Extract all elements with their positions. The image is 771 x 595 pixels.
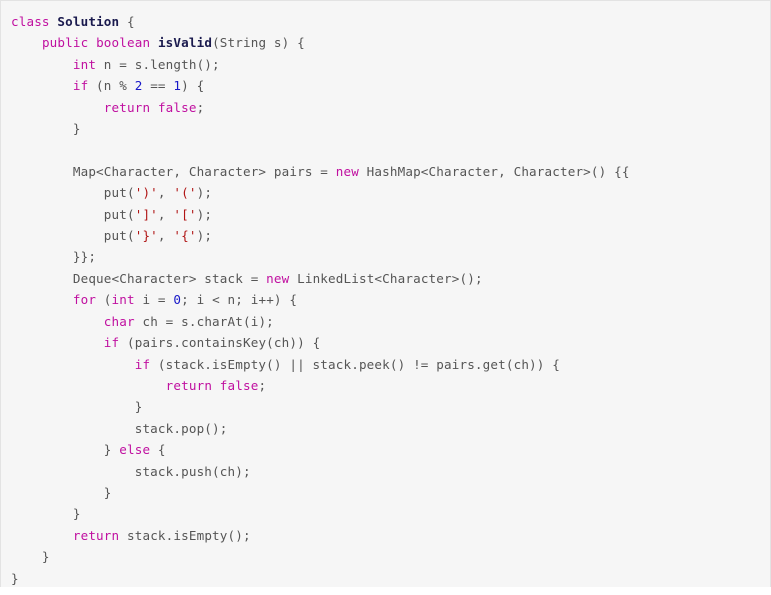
code-line: int n = s.length(); bbox=[72, 56, 220, 72]
token-keyword: char bbox=[103, 313, 135, 329]
code-editor-panel: class Solution { public boolean isValid(… bbox=[0, 0, 771, 587]
token-char-literal: '(' bbox=[173, 185, 197, 201]
token-keyword: if bbox=[72, 78, 89, 94]
code-line: put('}', '{'); bbox=[11, 228, 213, 244]
code-line: if (n % 2 == 1) { bbox=[72, 78, 205, 94]
token-method-name: isValid bbox=[157, 35, 213, 51]
token-keyword: new bbox=[335, 163, 359, 179]
token-number: 1 bbox=[173, 78, 182, 94]
code-line: }}; bbox=[11, 249, 97, 265]
code-line: if (stack.isEmpty() || stack.peek() != p… bbox=[134, 356, 560, 372]
code-line: } bbox=[11, 484, 112, 500]
code-line: Map<Character, Character> pairs = new Ha… bbox=[11, 163, 630, 179]
token-type-name: Solution bbox=[57, 14, 120, 29]
code-line: } bbox=[11, 549, 50, 565]
source-code-block: class Solution { public boolean isValid(… bbox=[11, 11, 770, 587]
code-line: public boolean isValid(String s) { bbox=[41, 35, 305, 51]
token-keyword: new bbox=[266, 270, 290, 286]
code-line: } bbox=[11, 399, 143, 415]
token-keyword: if bbox=[103, 335, 120, 351]
token-keyword: class bbox=[11, 14, 50, 29]
token-keyword: return bbox=[72, 527, 120, 543]
code-line: if (pairs.containsKey(ch)) { bbox=[103, 335, 321, 351]
token-number: 0 bbox=[173, 292, 182, 308]
code-line: char ch = s.charAt(i); bbox=[103, 313, 274, 329]
code-line: } bbox=[11, 506, 81, 522]
token-char-literal: ')' bbox=[134, 185, 158, 201]
token-char-literal: '[' bbox=[173, 206, 197, 222]
source-code: class Solution { public boolean isValid(… bbox=[11, 11, 770, 587]
code-line: return false; bbox=[103, 99, 205, 115]
token-keyword: false bbox=[157, 99, 197, 115]
token-keyword: false bbox=[219, 377, 259, 393]
token-keyword: public bbox=[41, 35, 89, 51]
code-line: return stack.isEmpty(); bbox=[72, 527, 251, 543]
token-keyword: if bbox=[134, 356, 151, 372]
code-line: Deque<Character> stack = new LinkedList<… bbox=[11, 270, 483, 286]
token-keyword: return bbox=[165, 377, 213, 393]
code-line: } else { bbox=[11, 442, 166, 458]
code-line: put(')', '('); bbox=[11, 185, 213, 201]
code-line: class Solution { bbox=[11, 14, 135, 29]
code-line: put(']', '['); bbox=[11, 206, 213, 222]
token-keyword: int bbox=[111, 292, 135, 308]
token-keyword: boolean bbox=[96, 35, 151, 51]
token-char-literal: ']' bbox=[134, 206, 158, 222]
code-line: for (int i = 0; i < n; i++) { bbox=[72, 292, 298, 308]
code-line: return false; bbox=[165, 377, 267, 393]
token-char-literal: '{' bbox=[173, 228, 197, 244]
code-line: stack.pop(); bbox=[11, 420, 228, 436]
token-keyword: return bbox=[103, 99, 151, 115]
code-line: } bbox=[11, 570, 19, 586]
token-keyword: for bbox=[72, 292, 97, 308]
code-line: } bbox=[11, 121, 81, 137]
token-keyword: int bbox=[72, 56, 97, 72]
token-char-literal: '}' bbox=[134, 228, 158, 244]
token-keyword: else bbox=[119, 442, 151, 458]
code-line: stack.push(ch); bbox=[11, 463, 251, 479]
